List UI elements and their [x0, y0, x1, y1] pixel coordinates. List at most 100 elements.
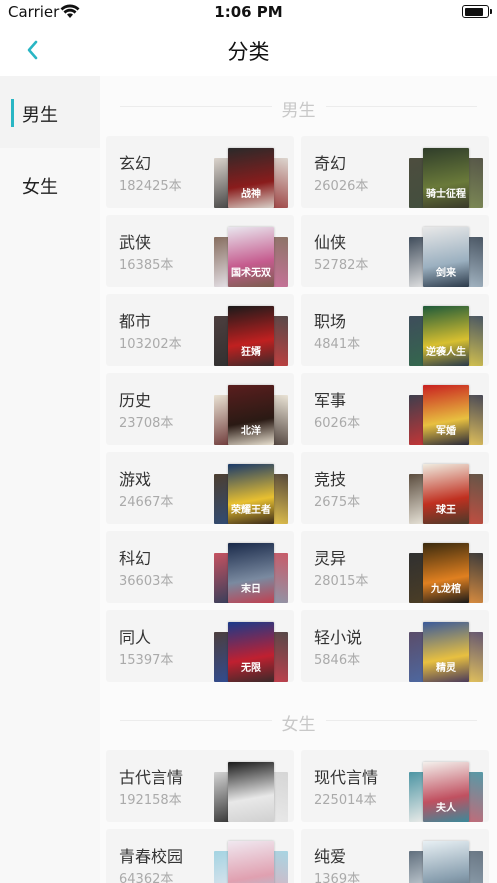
book-count: 36603本 — [119, 574, 174, 589]
category-card[interactable]: 古代言情 192158本 — [106, 750, 294, 822]
cover-stack: 球王 — [409, 462, 483, 524]
cover-stack: 夫人 — [409, 760, 483, 822]
category-card[interactable]: 游戏 24667本 荣耀王者 — [106, 452, 294, 524]
category-card[interactable]: 青春校园 64362本 — [106, 829, 294, 883]
book-cover: 球王 — [423, 464, 469, 524]
cover-stack: 精灵 — [409, 620, 483, 682]
section-title-text: 女生 — [271, 715, 326, 735]
cover-stack: 狂婿 — [214, 304, 288, 366]
cover-stack: 无限 — [214, 620, 288, 682]
book-count: 23708本 — [119, 416, 174, 431]
category-card[interactable]: 职场 4841本逆袭人生 — [301, 294, 489, 366]
book-count: 28015本 — [314, 574, 369, 589]
category-name: 现代言情 — [314, 768, 379, 787]
book-count: 2675本 — [314, 495, 361, 510]
cover-title: 国术无双 — [231, 268, 271, 279]
book-count: 26026本 — [314, 179, 369, 194]
category-card[interactable]: 灵异 28015本 九龙棺 — [301, 531, 489, 603]
category-name: 都市 — [119, 312, 152, 331]
book-count: 5846本 — [314, 653, 361, 668]
sidebar-item-label: 女生 — [22, 177, 58, 198]
category-card[interactable]: 轻小说 5846本精灵 — [301, 610, 489, 682]
category-card[interactable]: 奇幻 26026本 骑士征程 — [301, 136, 489, 208]
book-cover: 末日 — [228, 543, 274, 603]
category-card[interactable]: 都市 103202本狂婿 — [106, 294, 294, 366]
cover-stack — [409, 839, 483, 883]
book-count: 52782本 — [314, 258, 369, 273]
cover-title: 末日 — [241, 584, 261, 595]
category-name: 游戏 — [119, 470, 152, 489]
cover-stack: 战神 — [214, 146, 288, 208]
category-name: 同人 — [119, 628, 152, 647]
cover-stack: 国术无双 — [214, 225, 288, 287]
cover-title: 剑来 — [436, 268, 456, 279]
book-count: 4841本 — [314, 337, 361, 352]
category-card[interactable]: 现代言情 225014本 夫人 — [301, 750, 489, 822]
category-name: 玄幻 — [119, 154, 152, 173]
cover-title: 逆袭人生 — [426, 347, 466, 358]
book-count: 182425本 — [119, 179, 182, 194]
cover-stack — [214, 760, 288, 822]
book-cover: 精灵 — [423, 622, 469, 682]
book-cover: 战神 — [228, 148, 274, 208]
book-count: 64362本 — [119, 872, 174, 883]
book-cover: 夫人 — [423, 762, 469, 822]
sidebar-item-label: 男生 — [22, 105, 58, 126]
category-name: 竞技 — [314, 470, 347, 489]
section-title: 男生 — [100, 96, 497, 121]
category-name: 武侠 — [119, 233, 152, 252]
book-count: 103202本 — [119, 337, 182, 352]
book-cover: 北洋 — [228, 385, 274, 445]
book-cover: 逆袭人生 — [423, 306, 469, 366]
category-card[interactable]: 军事 6026本军婚 — [301, 373, 489, 445]
category-name: 青春校园 — [119, 847, 184, 866]
book-cover — [423, 841, 469, 883]
book-cover: 狂婿 — [228, 306, 274, 366]
category-card[interactable]: 纯爱 1369本 — [301, 829, 489, 883]
cover-stack — [214, 839, 288, 883]
clock: 1:06 PM — [214, 3, 283, 21]
cover-stack: 末日 — [214, 541, 288, 603]
category-card[interactable]: 同人 15397本 无限 — [106, 610, 294, 682]
battery-level — [464, 7, 484, 16]
book-cover: 剑来 — [423, 227, 469, 287]
category-content[interactable]: 男生 玄幻 182425本 战神 奇幻 26026本 骑士征程 武侠 16385本 国术无双 仙侠 5… — [100, 76, 497, 883]
cover-title: 军婚 — [436, 426, 456, 437]
category-name: 古代言情 — [119, 768, 184, 787]
category-card[interactable]: 玄幻 182425本 战神 — [106, 136, 294, 208]
sidebar-item-female[interactable]: 女生 — [0, 148, 100, 220]
section-title-text: 男生 — [271, 101, 326, 121]
page-title: 分类 — [227, 40, 270, 64]
gender-sidebar: 男生 女生 — [0, 76, 100, 883]
cover-title: 狂婿 — [241, 347, 261, 358]
cover-stack: 荣耀王者 — [214, 462, 288, 524]
book-count: 16385本 — [119, 258, 174, 273]
section-title: 女生 — [100, 710, 497, 735]
cover-stack: 北洋 — [214, 383, 288, 445]
category-card[interactable]: 历史 23708本 北洋 — [106, 373, 294, 445]
book-cover: 九龙棺 — [423, 543, 469, 603]
book-count: 1369本 — [314, 872, 361, 883]
cover-title: 精灵 — [436, 663, 456, 674]
sidebar-item-male[interactable]: 男生 — [0, 76, 100, 148]
category-name: 轻小说 — [314, 628, 363, 647]
cover-title: 无限 — [241, 663, 261, 674]
status-bar: Carrier 1:06 PM — [0, 0, 497, 26]
book-count: 6026本 — [314, 416, 361, 431]
category-card[interactable]: 仙侠 52782本 剑来 — [301, 215, 489, 287]
book-cover: 荣耀王者 — [228, 464, 274, 524]
book-cover: 无限 — [228, 622, 274, 682]
category-name: 科幻 — [119, 549, 152, 568]
category-card[interactable]: 武侠 16385本国术无双 — [106, 215, 294, 287]
category-card[interactable]: 竞技 2675本 球王 — [301, 452, 489, 524]
cover-stack: 剑来 — [409, 225, 483, 287]
category-name: 职场 — [314, 312, 347, 331]
battery-icon — [462, 5, 492, 18]
category-name: 军事 — [314, 391, 347, 410]
cover-stack: 九龙棺 — [409, 541, 483, 603]
book-cover — [228, 762, 274, 822]
book-cover: 军婚 — [423, 385, 469, 445]
cover-title: 夫人 — [436, 803, 456, 814]
category-card[interactable]: 科幻 36603本末日 — [106, 531, 294, 603]
category-name: 奇幻 — [314, 154, 347, 173]
